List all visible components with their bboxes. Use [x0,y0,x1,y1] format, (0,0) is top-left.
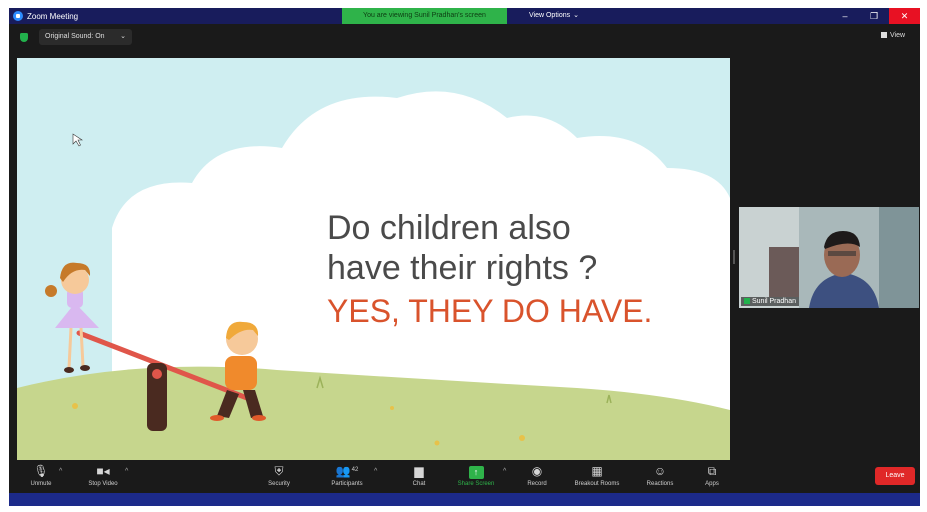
minimize-button[interactable]: – [832,8,858,24]
shield-icon: ⛨ [274,464,284,478]
chevron-up-icon[interactable]: ^ [374,468,377,475]
breakout-rooms-button[interactable]: ▦ Breakout Rooms [567,463,627,493]
chevron-up-icon[interactable]: ^ [125,468,128,475]
record-label: Record [527,481,547,487]
record-button[interactable]: ◉ Record [507,463,567,493]
encryption-shield-icon[interactable] [20,33,28,42]
flower [519,435,525,441]
meeting-toolbar: 🎙 Unmute ^ ■◂ Stop Video ^ ⛨ Security 👥4… [9,460,920,493]
video-camera-icon: ■◂ [96,464,110,478]
apps-icon: ⧉ [707,464,717,478]
view-options-label: View Options [529,12,571,19]
security-button[interactable]: ⛨ Security [249,463,309,493]
reactions-icon: ☺ [653,464,667,478]
original-sound-label: Original Sound: On [45,33,105,40]
participant-name-label: Sunil Pradhan [752,298,796,305]
apps-label: Apps [705,481,719,487]
participant-video-feed [739,207,919,308]
zoom-logo-icon [13,11,23,21]
breakout-rooms-label: Breakout Rooms [574,481,620,487]
stop-video-button[interactable]: ■◂ Stop Video ^ [73,463,133,493]
record-icon: ◉ [531,464,543,478]
reactions-label: Reactions [646,481,674,487]
chat-label: Chat [412,481,426,487]
flower [434,440,440,446]
audio-level-icon [744,298,750,305]
chevron-up-icon[interactable]: ^ [59,468,62,475]
share-screen-label: Share Screen [457,481,495,487]
apps-button[interactable]: ⧉ Apps [682,463,742,493]
slide-answer: YES, THEY DO HAVE. [327,293,653,329]
chevron-down-icon: ⌄ [120,33,126,40]
viewing-screen-banner: You are viewing Sunil Pradhan's screen [342,8,507,24]
participant-name-tag: Sunil Pradhan [741,297,799,306]
chat-icon: ▆ [414,464,424,478]
slide-question-line1: Do children also [327,209,571,247]
stop-video-label: Stop Video [88,481,118,487]
window-title: Zoom Meeting [27,12,79,21]
close-button[interactable]: ✕ [889,8,920,24]
shared-screen: Do children also have their rights ? YES… [17,58,730,460]
view-label: View [890,32,906,39]
breakout-rooms-icon: ▦ [591,464,603,478]
title-bar: Zoom Meeting You are viewing Sunil Pradh… [9,8,920,24]
share-screen-icon: ↑ [446,463,506,479]
participants-button[interactable]: 👥42 Participants ^ [317,463,377,493]
unmute-button[interactable]: 🎙 Unmute ^ [11,463,71,493]
chat-button[interactable]: ▆ Chat [389,463,449,493]
participant-video-tile[interactable]: Sunil Pradhan [739,207,919,308]
meeting-top-row: Original Sound: On ⌄ View [9,24,920,50]
reactions-button[interactable]: ☺ Reactions [630,463,690,493]
seesaw-pivot [152,369,162,379]
security-label: Security [268,481,290,487]
participant-count: 42 [351,467,359,473]
slide-text: Do children also have their rights ? YES… [327,208,727,332]
view-button[interactable]: View [881,32,905,39]
original-sound-toggle[interactable]: Original Sound: On ⌄ [39,29,132,45]
panel-resize-handle[interactable] [733,250,735,264]
chevron-up-icon[interactable]: ^ [503,468,506,475]
maximize-button[interactable]: ❐ [861,8,887,24]
unmute-label: Unmute [30,481,52,487]
share-screen-button[interactable]: ↑ Share Screen ^ [446,463,506,493]
participants-icon: 👥42 [335,464,359,478]
view-options-button[interactable]: View Options ⌄ [514,8,594,24]
chevron-down-icon: ⌄ [573,12,579,19]
participants-label: Participants [331,481,363,487]
leave-button[interactable]: Leave [875,467,915,485]
bottom-strip [9,493,920,506]
grid-view-icon [881,32,887,39]
flower [72,403,78,409]
slide-question-line2: have their rights ? [327,249,598,287]
flower [390,406,394,410]
zoom-window: Zoom Meeting You are viewing Sunil Pradh… [9,8,920,506]
